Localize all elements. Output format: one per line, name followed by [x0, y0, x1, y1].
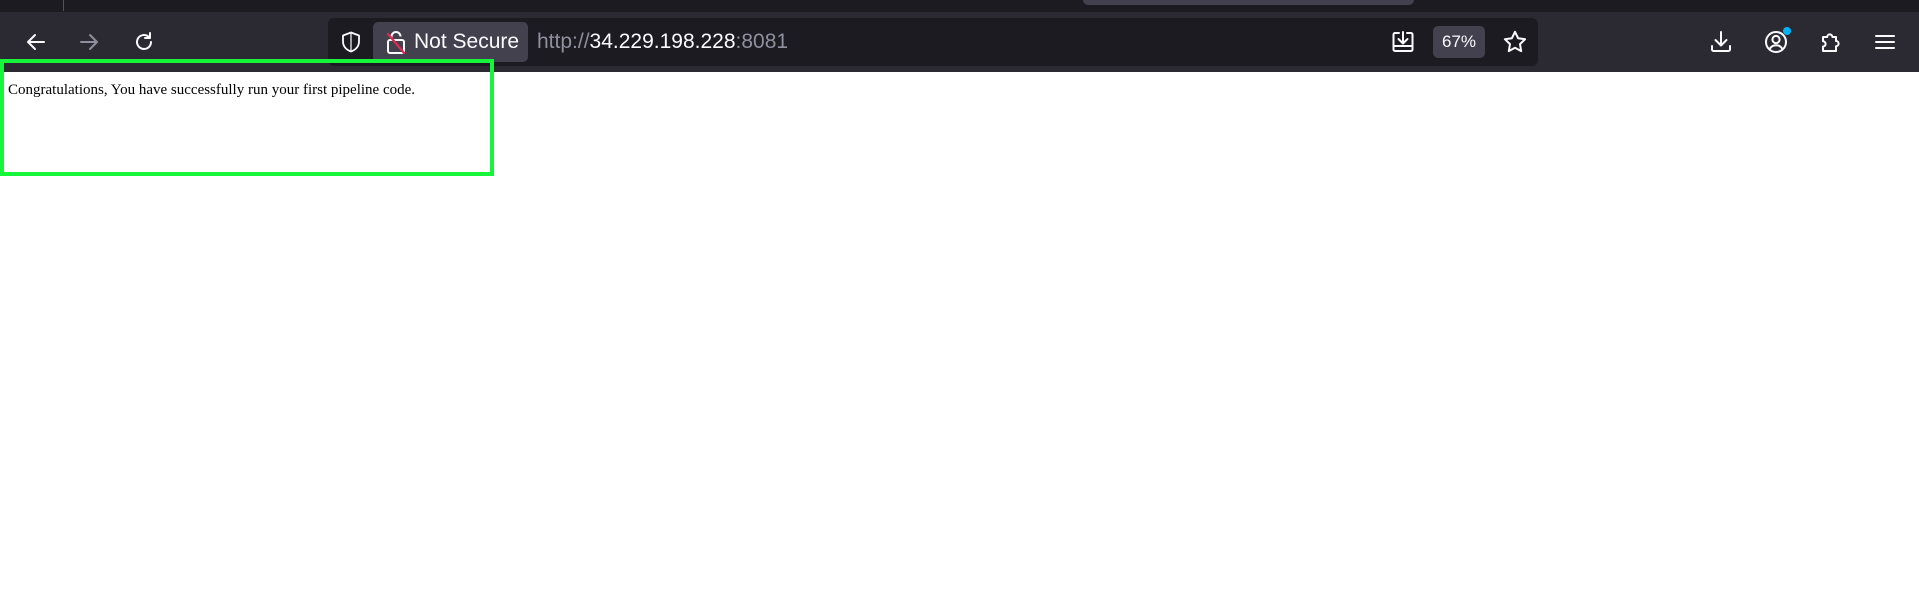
url-port: :8081 — [735, 30, 789, 53]
url-bar[interactable]: Not Secure http://34.229.198.228:8081 67… — [328, 18, 1538, 66]
url-host: 34.229.198.228 — [589, 30, 736, 53]
url-text[interactable]: http://34.229.198.228:8081 — [537, 29, 788, 55]
save-to-pocket-button[interactable] — [1387, 27, 1419, 57]
app-menu-button[interactable] — [1867, 24, 1903, 60]
arrow-left-icon — [27, 34, 45, 50]
account-button[interactable] — [1758, 24, 1794, 60]
tab-strip — [0, 0, 1919, 12]
puzzle-icon — [1822, 33, 1840, 52]
site-identity-button[interactable]: Not Secure — [373, 22, 528, 62]
lock-crossed-icon — [386, 31, 406, 55]
tab-divider — [63, 0, 64, 11]
extensions-button[interactable] — [1813, 24, 1849, 60]
page-content: Congratulations, You have successfully r… — [0, 59, 1919, 598]
url-scheme: http:// — [537, 30, 590, 53]
reload-button[interactable] — [126, 24, 162, 60]
bookmark-button[interactable] — [1499, 27, 1531, 57]
success-message: Congratulations, You have successfully r… — [8, 82, 416, 98]
hamburger-menu-icon — [1875, 35, 1895, 49]
arrow-right-icon — [80, 34, 98, 50]
navigation-toolbar: Not Secure http://34.229.198.228:8081 67… — [0, 12, 1919, 72]
back-button[interactable] — [18, 24, 54, 60]
zoom-level-button[interactable]: 67% — [1433, 26, 1485, 58]
not-secure-label: Not Secure — [414, 30, 520, 53]
tab[interactable] — [1083, 0, 1414, 5]
download-icon — [1711, 31, 1731, 52]
shield-icon — [342, 31, 360, 53]
tracking-protection-button[interactable] — [336, 27, 366, 57]
highlight-annotation-box — [0, 59, 494, 176]
star-icon — [1503, 30, 1527, 53]
account-notification-badge — [1783, 27, 1791, 35]
save-download-icon — [1392, 31, 1414, 52]
forward-button[interactable] — [71, 24, 107, 60]
downloads-button[interactable] — [1703, 24, 1739, 60]
reload-icon — [136, 32, 152, 50]
